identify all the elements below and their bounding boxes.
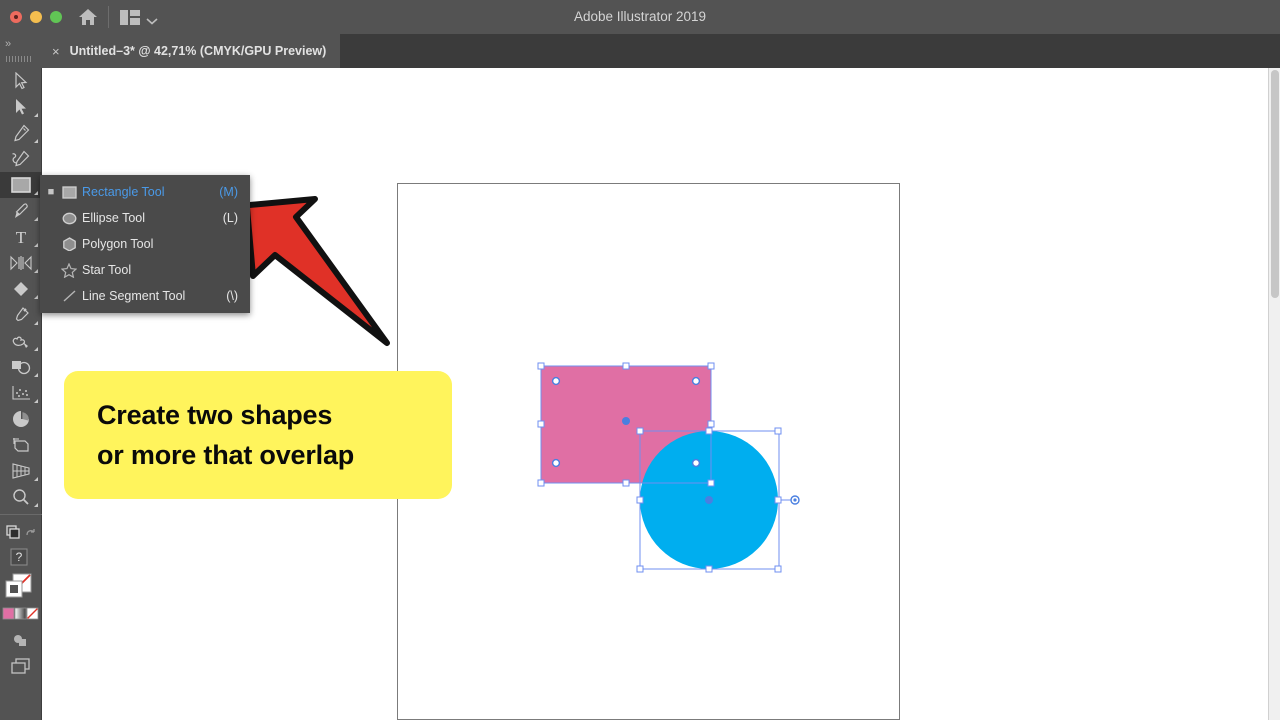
- line-segment-icon: [56, 289, 82, 303]
- flyout-item-ellipse-tool[interactable]: Ellipse Tool (L): [40, 205, 250, 231]
- tool-group-indicator: [34, 321, 38, 325]
- flyout-label: Polygon Tool: [82, 237, 154, 251]
- vertical-scrollbar-thumb[interactable]: [1271, 70, 1279, 298]
- annotation-arrow: [225, 175, 400, 360]
- tool-group-indicator: [34, 373, 38, 377]
- tool-group-indicator: [34, 217, 38, 221]
- paintbrush-tool[interactable]: [0, 198, 42, 224]
- screen-mode-icon[interactable]: [0, 653, 42, 679]
- flyout-item-line-segment-tool[interactable]: Line Segment Tool (\): [40, 283, 250, 309]
- zoom-tool[interactable]: [0, 484, 42, 510]
- question-mark-icon[interactable]: ?: [0, 545, 42, 571]
- pen-tool[interactable]: [0, 120, 42, 146]
- perspective-grid-tool[interactable]: [0, 458, 42, 484]
- flyout-label: Ellipse Tool: [82, 211, 146, 225]
- flyout-shortcut: (M): [219, 185, 238, 199]
- rectangle-icon: [56, 185, 82, 199]
- live-corner-widget: [691, 458, 701, 468]
- tool-group-indicator: [34, 269, 38, 273]
- tool-group-indicator: [34, 295, 38, 299]
- type-tool[interactable]: T: [0, 224, 42, 250]
- flyout-item-rectangle-tool[interactable]: ■ Rectangle Tool (M): [40, 179, 250, 205]
- pie-graph-tool[interactable]: [0, 406, 42, 432]
- circle-center-point[interactable]: [705, 496, 713, 504]
- graph-tool[interactable]: [0, 380, 42, 406]
- flyout-label: Rectangle Tool: [82, 185, 165, 199]
- change-screen-mode-tool[interactable]: [0, 519, 42, 545]
- rectangle-center-point[interactable]: [622, 417, 630, 425]
- svg-text:T: T: [16, 228, 27, 246]
- rectangle-tool[interactable]: [0, 172, 42, 198]
- curvature-tool[interactable]: [0, 146, 42, 172]
- shape-tools-flyout-menu[interactable]: ■ Rectangle Tool (M) Ellipse Tool (L) Po…: [40, 175, 250, 313]
- symbol-sprayer-tool[interactable]: [0, 328, 42, 354]
- tool-group-indicator: [34, 347, 38, 351]
- tool-group-indicator: [34, 139, 38, 143]
- tools-panel: T ?: [0, 68, 42, 720]
- artwork-layer: [537, 362, 800, 573]
- svg-text:?: ?: [16, 550, 23, 564]
- flyout-shortcut: (\): [226, 289, 238, 303]
- flyout-shortcut: (L): [222, 211, 238, 225]
- free-transform-tool[interactable]: [0, 354, 42, 380]
- tool-group-indicator: [34, 503, 38, 507]
- width-tool[interactable]: [0, 250, 42, 276]
- flyout-label: Line Segment Tool: [82, 289, 186, 303]
- flyout-item-star-tool[interactable]: Star Tool: [40, 257, 250, 283]
- vertical-scrollbar[interactable]: [1268, 68, 1280, 720]
- instruction-callout: Create two shapes or more that overlap: [64, 371, 452, 499]
- drawing-mode-icon[interactable]: [0, 627, 42, 653]
- shape-builder-tool[interactable]: [0, 276, 42, 302]
- star-icon: [56, 262, 82, 278]
- polygon-icon: [56, 237, 82, 251]
- flyout-label: Star Tool: [82, 263, 132, 277]
- tool-group-indicator: [34, 477, 38, 481]
- tool-group-indicator: [34, 191, 38, 195]
- color-gradient-none-swatches[interactable]: [0, 601, 42, 627]
- ellipse-icon: [56, 212, 82, 225]
- selection-tool[interactable]: [0, 68, 42, 94]
- callout-line-1: Create two shapes: [97, 400, 333, 430]
- illustrator-window: Adobe Illustrator 2019 » × Untitled–3* @…: [0, 0, 1280, 720]
- toolbar-divider: [0, 514, 42, 515]
- tool-group-indicator: [34, 113, 38, 117]
- tool-group-indicator: [34, 399, 38, 403]
- tool-group-indicator: [34, 243, 38, 247]
- eyedropper-tool[interactable]: [0, 302, 42, 328]
- callout-line-2: or more that overlap: [97, 440, 355, 470]
- flyout-item-polygon-tool[interactable]: Polygon Tool: [40, 231, 250, 257]
- artboard-tool[interactable]: [0, 432, 42, 458]
- selected-bullet-icon: ■: [47, 186, 55, 198]
- direct-selection-tool[interactable]: [0, 94, 42, 120]
- fill-and-stroke-swatches[interactable]: [0, 571, 42, 601]
